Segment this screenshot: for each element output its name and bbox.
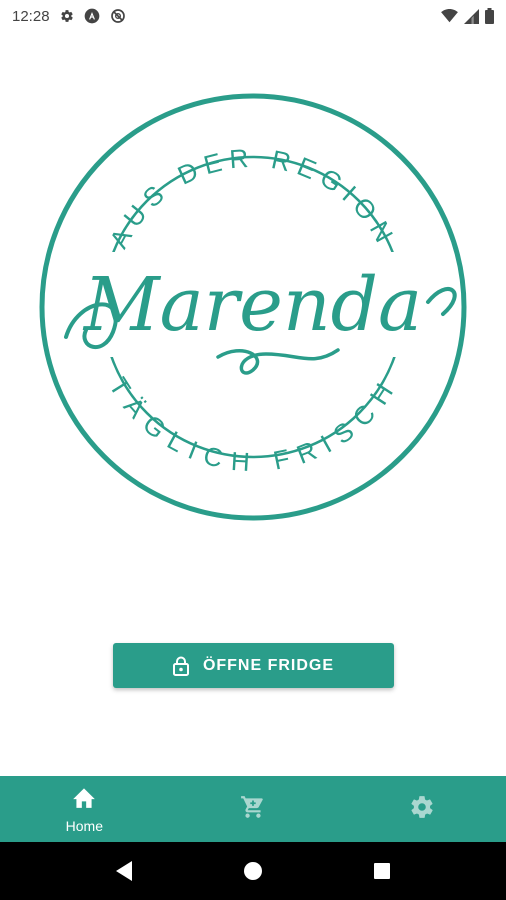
cell-signal-icon [464,8,479,24]
status-left: 12:28 [12,8,126,25]
open-fridge-button[interactable]: ÖFFNE FRIDGE [113,643,394,688]
nav-item-home[interactable]: Home [0,776,169,842]
lock-icon [172,656,189,676]
system-nav-bar [0,842,506,900]
logo-bottom-text: TÄGLICH FRISCH [103,372,396,477]
home-circle-icon[interactable] [233,851,273,891]
recents-icon[interactable] [362,851,402,891]
settings-gear-icon [60,9,74,23]
wifi-icon [441,9,458,23]
nav-item-cart[interactable] [169,776,338,842]
cart-icon [240,794,266,825]
no-sync-icon [110,8,126,24]
svg-text:TÄGLICH FRISCH: TÄGLICH FRISCH [103,372,403,477]
home-icon [71,785,97,814]
open-fridge-label: ÖFFNE FRIDGE [202,656,335,674]
logo-top-text: AUS DER REGION [103,142,395,253]
status-time: 12:28 [12,7,50,25]
back-icon[interactable] [104,851,144,891]
nav-item-settings[interactable] [337,776,506,842]
android-a-icon [84,8,100,24]
battery-icon [485,8,494,24]
nav-home-label: Home [65,817,104,834]
bottom-nav: Home [0,776,506,842]
settings-icon [409,794,435,825]
svg-text:AUS DER REGION: AUS DER REGION [103,142,402,253]
logo-brand-text: Marenda [82,262,422,348]
marenda-logo: AUS DER REGION TÄGLICH FRISCH Marenda [38,92,468,522]
status-bar: 12:28 [0,0,506,32]
status-right [441,8,494,24]
